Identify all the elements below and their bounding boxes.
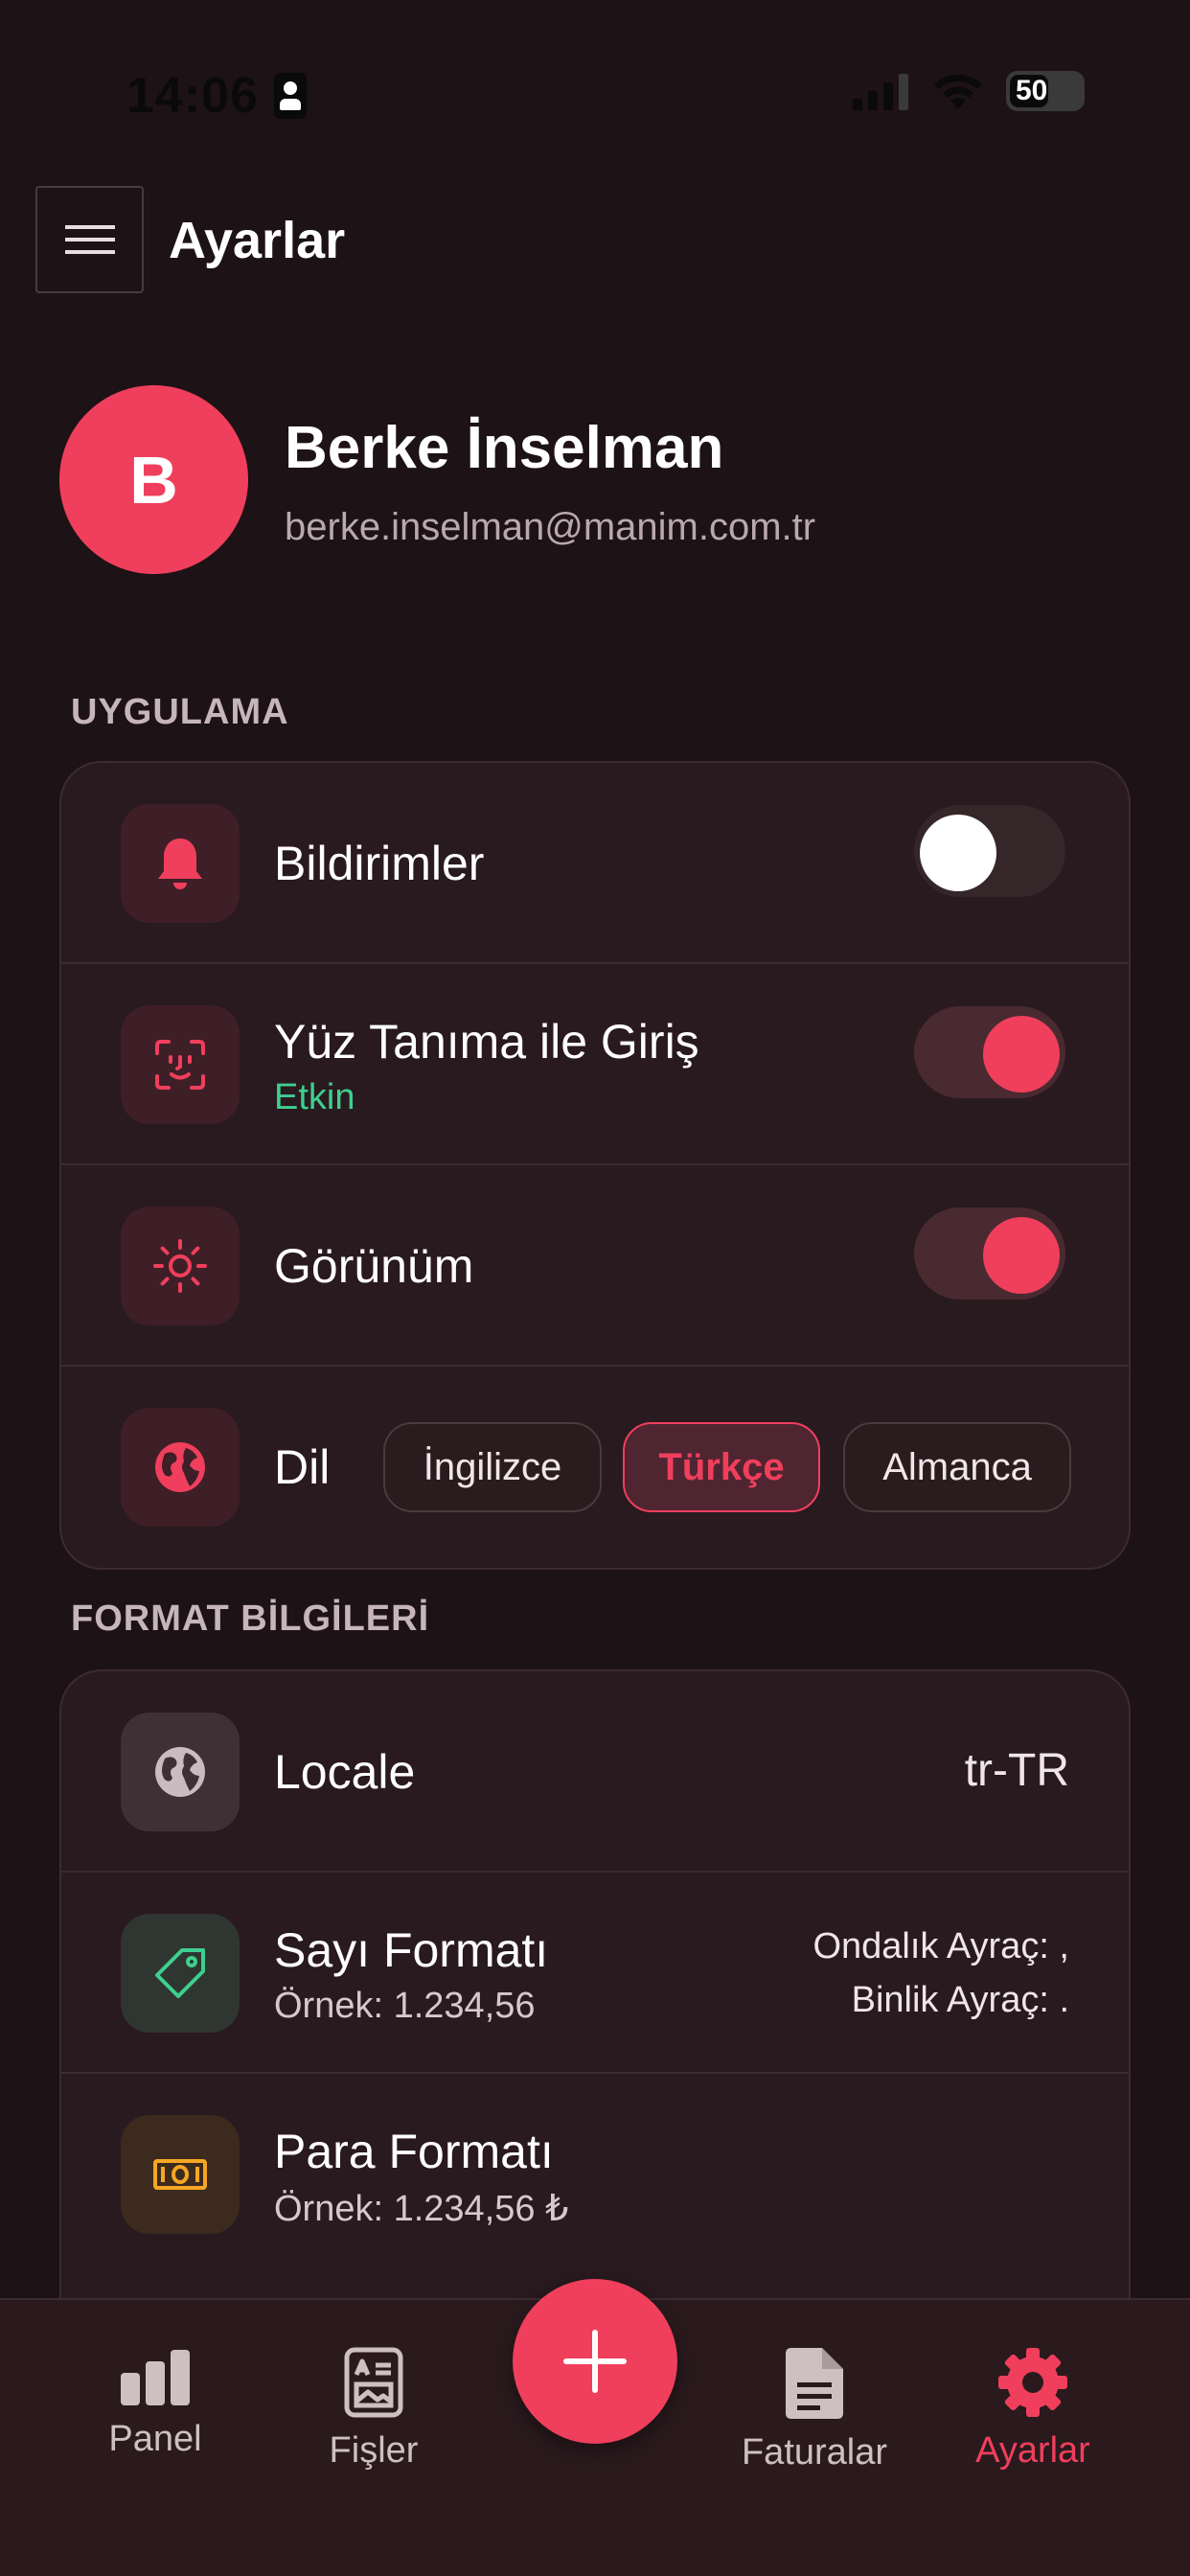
setting-row-currency-format: Para Formatı Örnek: 1.234,56 ₺ — [61, 2074, 1129, 2275]
nav-label-panel: Panel — [108, 2419, 202, 2459]
profile-email: berke.inselman@manim.com.tr — [285, 506, 816, 548]
plus-icon — [563, 2330, 627, 2393]
currency-format-label: Para Formatı — [274, 2125, 554, 2178]
battery-icon: 50 — [1006, 71, 1085, 111]
face-id-status: Etkin — [274, 1077, 355, 1117]
setting-row-locale: Locale tr-TR — [61, 1671, 1129, 1873]
avatar[interactable]: B — [59, 385, 248, 574]
signal-icon — [853, 74, 908, 110]
locale-label: Locale — [274, 1745, 416, 1799]
receipt-icon — [344, 2347, 403, 2418]
section-label-app: UYGULAMA — [71, 692, 289, 732]
notifications-toggle[interactable] — [914, 805, 1065, 897]
format-settings-card: Locale tr-TR Sayı Formatı Örnek: 1.234,5… — [59, 1669, 1131, 2359]
nav-item-panel[interactable]: Panel — [59, 2346, 251, 2460]
face-id-toggle[interactable] — [914, 1006, 1065, 1098]
wifi-icon — [934, 74, 982, 109]
section-label-format: FORMAT BİLGİLERİ — [71, 1598, 430, 1639]
nav-label-settings: Ayarlar — [975, 2430, 1090, 2471]
status-time: 14:06 — [126, 68, 259, 124]
locale-value: tr-TR — [964, 1745, 1069, 1796]
face-id-icon — [121, 1005, 240, 1124]
nav-item-invoices[interactable]: Faturalar — [719, 2346, 910, 2473]
decimal-separator: Ondalık Ayraç: , — [812, 1926, 1069, 1966]
sun-icon — [121, 1207, 240, 1325]
number-format-label: Sayı Formatı — [274, 1923, 549, 1977]
status-indicators: 50 — [853, 71, 1085, 111]
language-option-german[interactable]: Almanca — [843, 1422, 1071, 1512]
gear-icon — [998, 2348, 1067, 2417]
page-title: Ayarlar — [169, 212, 346, 269]
setting-row-language: Dil İngilizce Türkçe Almanca — [61, 1367, 1129, 1568]
menu-button[interactable] — [35, 186, 144, 293]
notifications-label: Bildirimler — [274, 837, 485, 890]
nav-item-receipts[interactable]: Fişler — [278, 2346, 469, 2472]
currency-format-example: Örnek: 1.234,56 ₺ — [274, 2189, 569, 2229]
contact-card-icon — [274, 73, 307, 119]
add-button[interactable] — [513, 2279, 677, 2444]
nav-item-settings[interactable]: Ayarlar — [937, 2346, 1129, 2472]
tag-icon — [121, 1914, 240, 2033]
number-format-example: Örnek: 1.234,56 — [274, 1986, 536, 2026]
thousands-separator: Binlik Ayraç: . — [851, 1980, 1069, 2020]
language-option-english[interactable]: İngilizce — [383, 1422, 602, 1512]
hamburger-icon — [64, 225, 115, 254]
language-label: Dil — [274, 1440, 331, 1494]
setting-row-appearance[interactable]: Görünüm — [61, 1165, 1129, 1367]
banknote-icon — [121, 2115, 240, 2234]
nav-label-receipts: Fişler — [329, 2430, 419, 2471]
setting-row-notifications[interactable]: Bildirimler — [61, 763, 1129, 964]
globe-icon — [121, 1713, 240, 1831]
globe-icon — [121, 1408, 240, 1527]
bar-chart-icon — [121, 2350, 190, 2405]
app-settings-card: Bildirimler Yüz Tanıma ile Giriş Etkin G… — [59, 761, 1131, 1570]
document-icon — [786, 2348, 843, 2419]
appearance-toggle[interactable] — [914, 1208, 1065, 1300]
face-id-label: Yüz Tanıma ile Giriş — [274, 1015, 699, 1069]
profile-name: Berke İnselman — [285, 415, 724, 481]
setting-row-number-format: Sayı Formatı Örnek: 1.234,56 Ondalık Ayr… — [61, 1873, 1129, 2074]
appearance-label: Görünüm — [274, 1239, 474, 1293]
nav-label-invoices: Faturalar — [741, 2432, 888, 2472]
avatar-initial: B — [129, 442, 178, 518]
bell-icon — [121, 804, 240, 923]
language-option-turkish[interactable]: Türkçe — [623, 1422, 820, 1512]
battery-level: 50 — [1016, 75, 1048, 106]
setting-row-face-id[interactable]: Yüz Tanıma ile Giriş Etkin — [61, 964, 1129, 1165]
